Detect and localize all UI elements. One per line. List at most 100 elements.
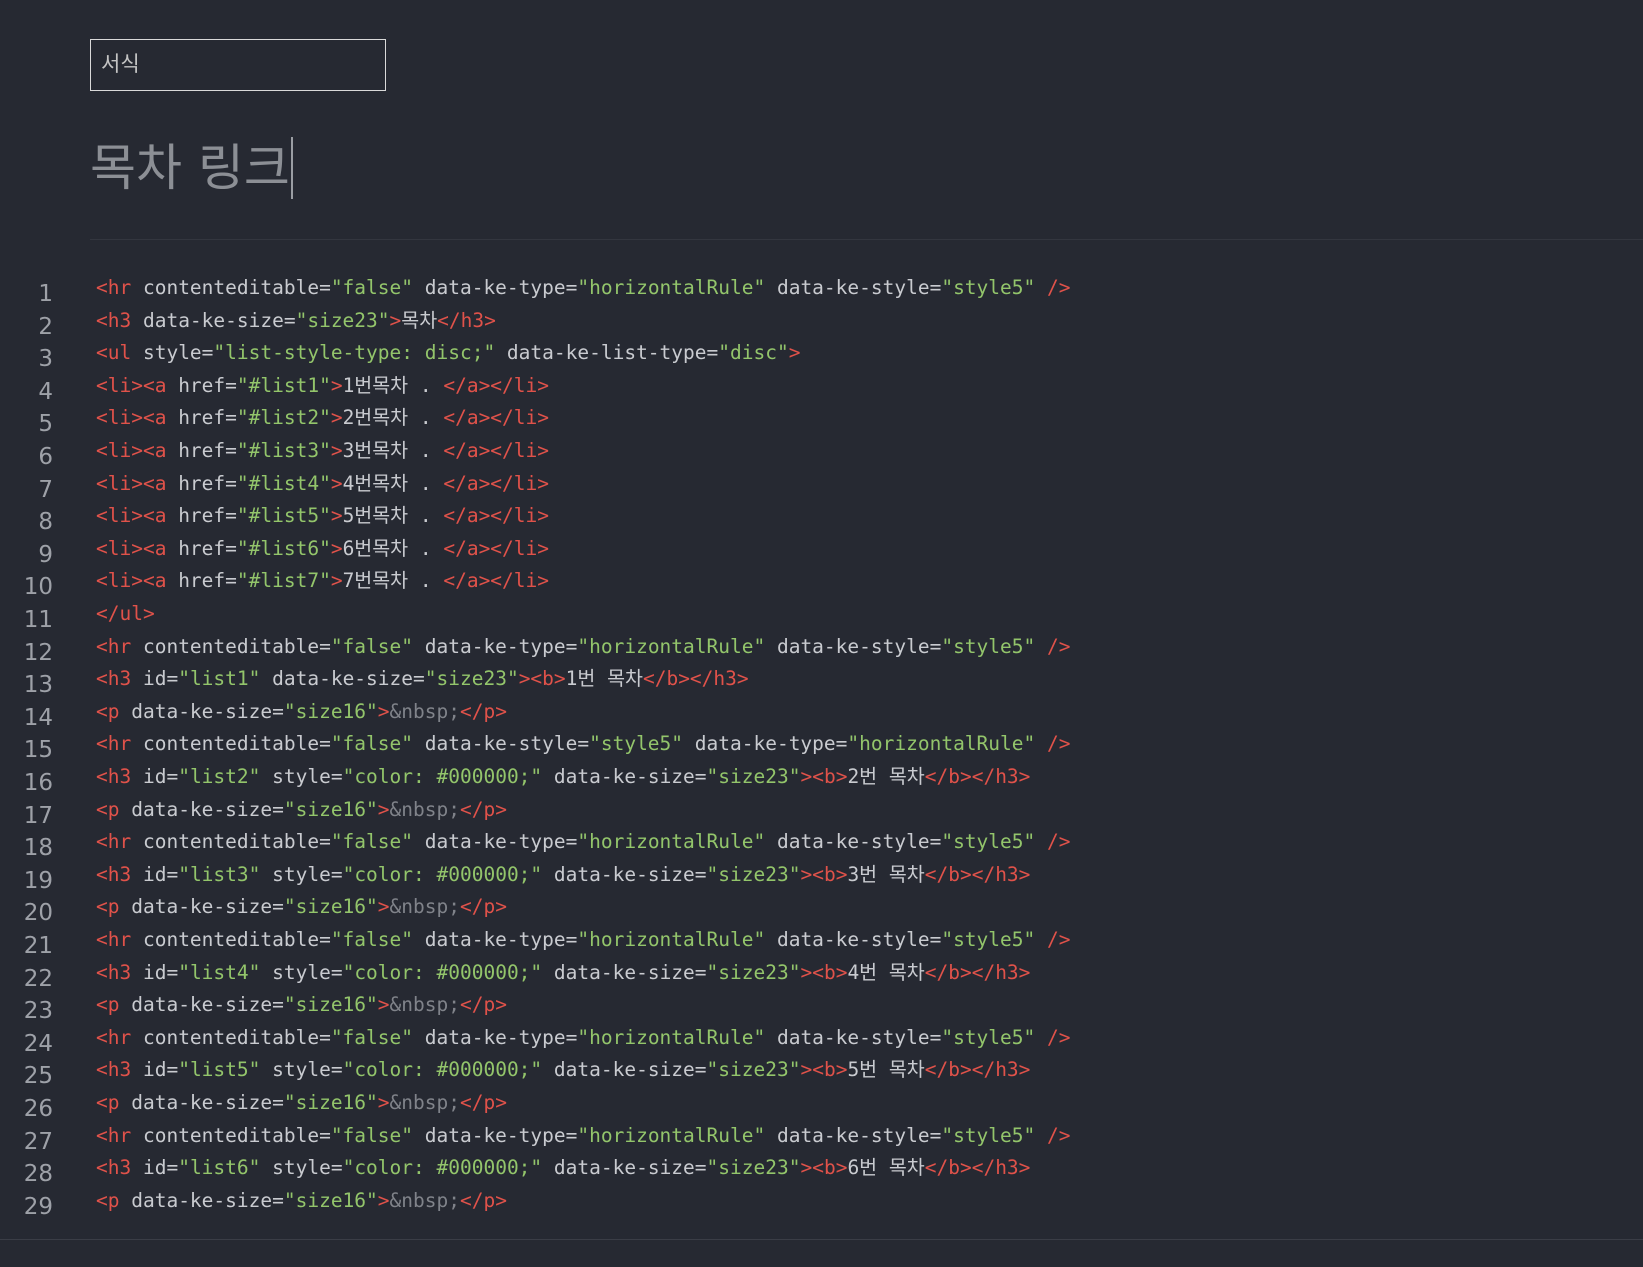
- code-token: <p: [96, 993, 132, 1017]
- code-token: ><b>: [800, 765, 848, 788]
- code-token: &nbsp;: [389, 895, 460, 919]
- code-token: </b></h3>: [924, 960, 1031, 984]
- code-content: <hr contenteditable="false" data-ke-type…: [96, 825, 1070, 859]
- code-token: 2번목차 .: [342, 406, 444, 430]
- code-token: <h3: [96, 308, 143, 332]
- code-token: />: [1035, 732, 1071, 756]
- code-token: id=: [142, 667, 179, 691]
- code-token: <li><a: [96, 569, 179, 593]
- code-line: 21 <hr contenteditable="false" data-ke-ty…: [0, 923, 1643, 959]
- post-title-text: 목차 링크: [90, 139, 290, 197]
- code-line: 29 <p data-ke-size="size16">&nbsp;</p>: [0, 1184, 1643, 1220]
- code-token: 2번 목차: [847, 765, 925, 788]
- code-token: data-ke-type=: [413, 1025, 578, 1049]
- code-token: "style5": [941, 1123, 1036, 1147]
- code-token: >: [377, 699, 390, 723]
- html-code-editor[interactable]: 1 <hr contenteditable="false" data-ke-typ…: [0, 271, 1643, 1239]
- code-token: </h3>: [437, 308, 496, 332]
- code-token: <hr: [96, 1025, 143, 1049]
- title-divider: [90, 239, 1643, 240]
- code-content: <hr contenteditable="false" data-ke-type…: [96, 1119, 1070, 1153]
- code-token: >: [330, 536, 343, 560]
- code-token: </b></h3>: [924, 1156, 1031, 1180]
- code-token: "color: #000000;": [342, 1058, 543, 1082]
- code-token: "style5": [941, 634, 1036, 658]
- code-token: "#list4": [236, 471, 331, 495]
- code-line: 27 <hr contenteditable="false" data-ke-ty…: [0, 1119, 1643, 1155]
- code-line: 13 <h3 id="list1" data-ke-size="size23"><…: [0, 662, 1643, 698]
- code-line: 14 <p data-ke-size="size16">&nbsp;</p>: [0, 695, 1643, 731]
- code-token: "list5": [178, 1058, 261, 1082]
- code-token: 6번 목차: [847, 1156, 925, 1180]
- code-token: >: [788, 341, 801, 365]
- code-line: 6 <li><a href="#list3">3번목차 . </a></li>: [0, 434, 1643, 470]
- code-token: "false": [330, 1123, 413, 1147]
- code-token: "list6": [178, 1156, 261, 1180]
- code-token: <p: [96, 699, 132, 723]
- code-content: <h3 id="list4" style="color: #000000;" d…: [96, 956, 1030, 990]
- code-token: style=: [260, 1058, 343, 1082]
- code-token: "#list6": [236, 536, 331, 560]
- code-token: "size23": [424, 667, 519, 691]
- code-content: <hr contenteditable="false" data-ke-type…: [96, 923, 1070, 957]
- code-token: "style5": [941, 928, 1036, 951]
- code-token: data-ke-size=: [542, 1156, 707, 1180]
- code-token: <h3: [96, 1058, 143, 1082]
- code-token: "horizontalRule": [577, 830, 766, 854]
- code-token: <h3: [96, 1156, 143, 1180]
- code-token: data-ke-type=: [413, 830, 578, 854]
- code-token: &nbsp;: [389, 797, 460, 821]
- code-token: "horizontalRule": [577, 928, 766, 951]
- code-token: <hr: [96, 634, 143, 658]
- text-caret: [290, 137, 293, 199]
- code-token: &nbsp;: [389, 1188, 460, 1212]
- code-content: <li><a href="#list7">7번목차 . </a></li>: [96, 564, 549, 598]
- code-token: ><b>: [800, 1156, 848, 1180]
- code-token: </p>: [459, 1188, 507, 1212]
- code-token: &nbsp;: [389, 993, 460, 1017]
- code-token: <hr: [96, 830, 143, 854]
- code-token: <h3: [96, 862, 143, 886]
- code-content: <hr contenteditable="false" data-ke-type…: [96, 630, 1070, 664]
- code-token: &nbsp;: [389, 1091, 460, 1114]
- code-token: <p: [96, 895, 132, 919]
- code-content: <h3 id="list2" style="color: #000000;" d…: [96, 760, 1030, 794]
- code-token: </b></h3>: [642, 667, 749, 691]
- code-token: />: [1035, 1123, 1071, 1147]
- code-token: "#list2": [236, 406, 331, 430]
- code-token: >: [377, 1188, 390, 1212]
- code-content: <h3 id="list6" style="color: #000000;" d…: [96, 1151, 1030, 1185]
- code-token: href=: [178, 406, 237, 430]
- code-line: 28 <h3 id="list6" style="color: #000000;"…: [0, 1151, 1643, 1187]
- code-token: </p>: [459, 699, 507, 723]
- code-token: data-ke-type=: [413, 928, 578, 951]
- code-token: "#list3": [236, 439, 331, 462]
- code-token: data-ke-size=: [142, 308, 296, 332]
- code-token: data-ke-size=: [131, 1091, 284, 1114]
- code-content: <h3 id="list3" style="color: #000000;" d…: [96, 858, 1030, 892]
- code-token: "list3": [178, 862, 261, 886]
- code-token: "style5": [589, 732, 684, 756]
- code-token: "horizontalRule": [577, 276, 766, 299]
- code-token: "color: #000000;": [342, 765, 543, 788]
- code-token: >: [330, 471, 343, 495]
- code-token: style=: [260, 862, 343, 886]
- code-token: "color: #000000;": [342, 862, 543, 886]
- code-token: <ul: [96, 341, 143, 365]
- code-line: 19 <h3 id="list3" style="color: #000000;"…: [0, 858, 1643, 894]
- code-token: "size23": [706, 1156, 801, 1180]
- format-select[interactable]: 서식: [90, 39, 386, 91]
- code-token: "false": [330, 1025, 413, 1049]
- code-content: <li><a href="#list1">1번목차 . </a></li>: [96, 369, 549, 403]
- post-title-input[interactable]: 목차 링크: [90, 132, 293, 204]
- code-token: "horizontalRule": [577, 1025, 766, 1049]
- code-token: id=: [142, 1156, 179, 1180]
- format-select-label: 서식: [101, 52, 140, 76]
- code-token: </a></li>: [443, 406, 550, 430]
- code-content: <li><a href="#list4">4번목차 . </a></li>: [96, 467, 549, 501]
- code-token: 1번목차 .: [342, 373, 444, 397]
- code-token: <p: [96, 1188, 132, 1212]
- code-token: <li><a: [96, 536, 179, 560]
- code-token: data-ke-style=: [765, 634, 942, 658]
- code-token: href=: [178, 439, 237, 462]
